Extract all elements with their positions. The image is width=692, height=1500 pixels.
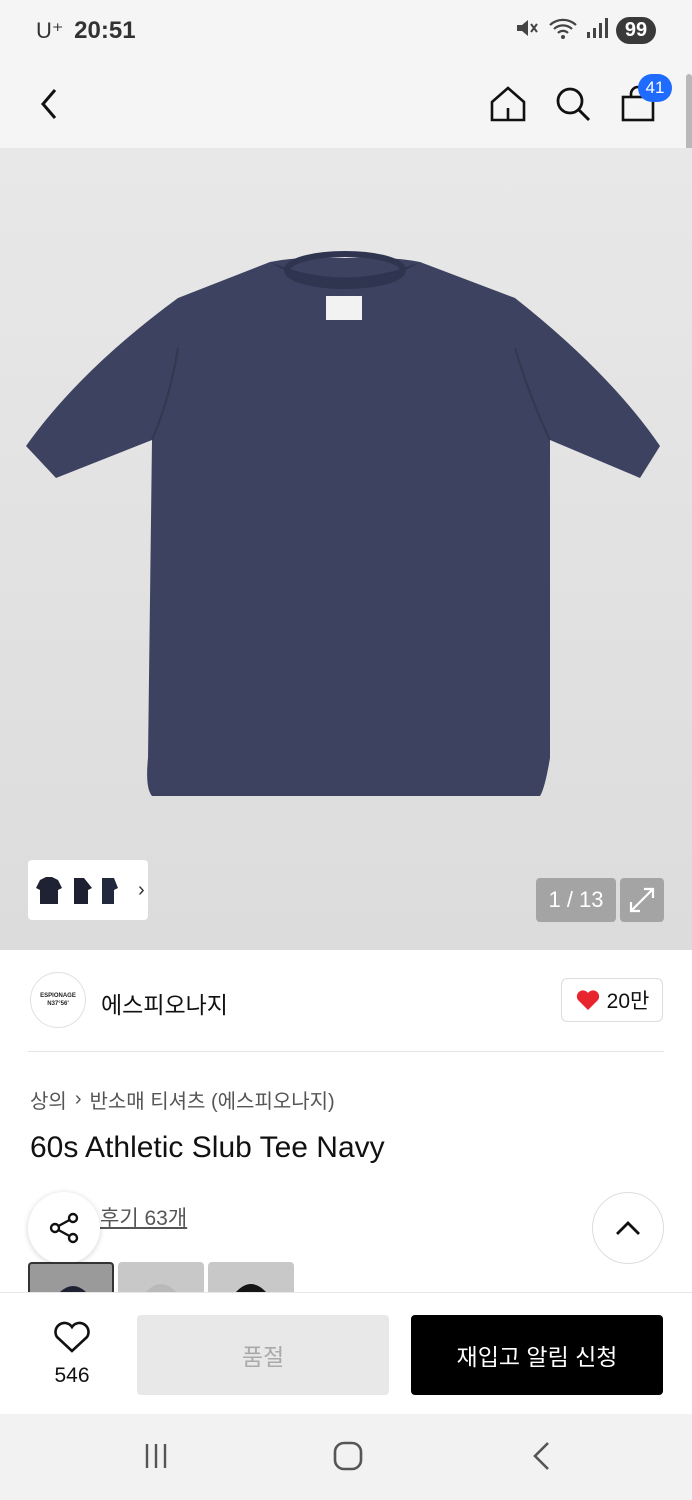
clock: 20:51: [74, 17, 136, 44]
share-button[interactable]: [28, 1192, 100, 1264]
product-image-gallery[interactable]: › 1 / 13: [0, 148, 692, 950]
top-navigation: 41: [0, 62, 692, 148]
search-icon: [556, 87, 591, 122]
chevron-right-icon: ›: [138, 878, 145, 901]
thumbnail-navy-tee-back: [102, 878, 118, 904]
brand-name[interactable]: 에스피오나지: [101, 986, 228, 1020]
wifi-icon: [548, 16, 578, 45]
bottom-action-bar: 546 품절 재입고 알림 신청: [0, 1292, 692, 1414]
back-button[interactable]: [22, 76, 78, 132]
chevron-up-icon: [616, 1221, 640, 1235]
mute-icon: [514, 16, 540, 45]
carrier-label: U⁺: [36, 18, 64, 43]
system-navigation-bar: [0, 1414, 692, 1500]
expand-image-button[interactable]: [620, 878, 664, 922]
battery-indicator: 99: [616, 17, 656, 44]
search-button[interactable]: [545, 76, 601, 132]
wishlist-button[interactable]: 546: [40, 1319, 104, 1388]
home-button[interactable]: [480, 76, 536, 132]
home-icon: [490, 86, 526, 122]
brand-like-button[interactable]: 20만: [561, 978, 663, 1022]
scroll-to-top-button[interactable]: [592, 1192, 664, 1264]
breadcrumb: 상의 › 반소매 티셔츠 (에스피오나지): [30, 1085, 335, 1114]
color-option-gray[interactable]: [118, 1262, 204, 1292]
back-arrow-icon: [533, 1442, 549, 1470]
sold-out-button: 품절: [137, 1315, 389, 1395]
signal-icon: [586, 17, 608, 44]
color-option-black[interactable]: [208, 1262, 294, 1292]
product-image: [26, 251, 660, 796]
home-system-button[interactable]: [328, 1436, 368, 1476]
restock-alert-button[interactable]: 재입고 알림 신청: [411, 1315, 663, 1395]
color-options: [28, 1262, 294, 1292]
wishlist-count: 546: [54, 1364, 90, 1387]
chevron-left-icon: [41, 89, 57, 119]
cart-count-badge: 41: [638, 74, 672, 102]
thumbnail-navy-tee: [36, 877, 62, 904]
breadcrumb-subcategory[interactable]: 반소매 티셔츠 (에스피오나지): [89, 1085, 334, 1114]
cart-button[interactable]: 41: [610, 74, 672, 132]
divider: [28, 1051, 664, 1052]
expand-icon: [629, 887, 655, 913]
product-title: 60s Athletic Slub Tee Navy: [30, 1131, 385, 1164]
brand-like-count: 20만: [606, 990, 650, 1013]
heart-outline-icon: [54, 1321, 90, 1353]
heart-filled-icon: [576, 990, 599, 1010]
share-icon: [49, 1212, 79, 1244]
thumbnail-navy-tee-side: [74, 878, 92, 904]
brand-logo[interactable]: ESPIONAGE N37°56': [30, 972, 86, 1028]
review-link[interactable]: 후기 63개: [100, 1202, 187, 1232]
status-bar: U⁺ 20:51 99: [0, 0, 692, 62]
breadcrumb-category[interactable]: 상의: [30, 1085, 67, 1114]
recent-apps-icon: [145, 1444, 167, 1468]
color-option-navy[interactable]: [28, 1262, 114, 1292]
recent-apps-button[interactable]: [136, 1436, 176, 1476]
brand-row: ESPIONAGE N37°56' 에스피오나지 20만: [0, 950, 692, 1052]
chevron-right-icon: ›: [74, 1088, 82, 1110]
color-thumbnail-strip[interactable]: ›: [28, 860, 148, 920]
system-back-button[interactable]: [522, 1436, 562, 1476]
image-page-counter: 1 / 13: [536, 878, 616, 922]
home-circle-icon: [333, 1441, 363, 1471]
